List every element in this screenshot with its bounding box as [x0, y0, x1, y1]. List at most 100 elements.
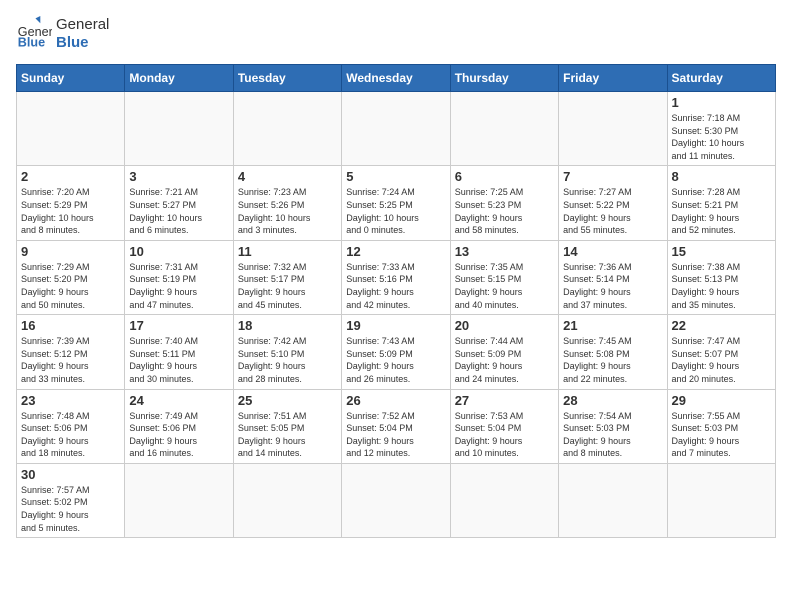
day-number: 24 — [129, 393, 228, 408]
day-number: 9 — [21, 244, 120, 259]
day-number: 20 — [455, 318, 554, 333]
day-info: Sunrise: 7:23 AM Sunset: 5:26 PM Dayligh… — [238, 186, 337, 236]
calendar-cell — [233, 92, 341, 166]
day-number: 8 — [672, 169, 771, 184]
calendar-cell: 26 Sunrise: 7:52 AM Sunset: 5:04 PM Dayli… — [342, 389, 450, 463]
logo-blue: Blue — [56, 34, 109, 52]
day-info: Sunrise: 7:44 AM Sunset: 5:09 PM Dayligh… — [455, 335, 554, 385]
day-number: 23 — [21, 393, 120, 408]
col-wednesday: Wednesday — [342, 65, 450, 92]
day-info: Sunrise: 7:31 AM Sunset: 5:19 PM Dayligh… — [129, 261, 228, 311]
day-number: 2 — [21, 169, 120, 184]
day-info: Sunrise: 7:57 AM Sunset: 5:02 PM Dayligh… — [21, 484, 120, 534]
day-info: Sunrise: 7:55 AM Sunset: 5:03 PM Dayligh… — [672, 410, 771, 460]
day-number: 30 — [21, 467, 120, 482]
day-number: 10 — [129, 244, 228, 259]
col-thursday: Thursday — [450, 65, 558, 92]
day-info: Sunrise: 7:54 AM Sunset: 5:03 PM Dayligh… — [563, 410, 662, 460]
calendar-week-row: 30 Sunrise: 7:57 AM Sunset: 5:02 PM Dayli… — [17, 463, 776, 537]
calendar: Sunday Monday Tuesday Wednesday Thursday… — [16, 64, 776, 538]
day-info: Sunrise: 7:20 AM Sunset: 5:29 PM Dayligh… — [21, 186, 120, 236]
col-tuesday: Tuesday — [233, 65, 341, 92]
day-number: 29 — [672, 393, 771, 408]
calendar-cell: 22Sunrise: 7:47 AM Sunset: 5:07 PM Dayli… — [667, 315, 775, 389]
calendar-cell: 28Sunrise: 7:54 AM Sunset: 5:03 PM Dayli… — [559, 389, 667, 463]
calendar-week-row: 16 Sunrise: 7:39 AM Sunset: 5:12 PM Dayli… — [17, 315, 776, 389]
day-number: 16 — [21, 318, 120, 333]
day-info: Sunrise: 7:29 AM Sunset: 5:20 PM Dayligh… — [21, 261, 120, 311]
calendar-cell: 17 Sunrise: 7:40 AM Sunset: 5:11 PM Dayli… — [125, 315, 233, 389]
calendar-cell: 19 Sunrise: 7:43 AM Sunset: 5:09 PM Dayli… — [342, 315, 450, 389]
day-info: Sunrise: 7:33 AM Sunset: 5:16 PM Dayligh… — [346, 261, 445, 311]
day-number: 13 — [455, 244, 554, 259]
calendar-week-row: 23 Sunrise: 7:48 AM Sunset: 5:06 PM Dayli… — [17, 389, 776, 463]
day-info: Sunrise: 7:39 AM Sunset: 5:12 PM Dayligh… — [21, 335, 120, 385]
calendar-cell: 14 Sunrise: 7:36 AM Sunset: 5:14 PM Dayli… — [559, 240, 667, 314]
logo: General Blue General Blue — [16, 16, 109, 52]
logo-general: General — [56, 16, 109, 34]
day-number: 1 — [672, 95, 771, 110]
day-number: 3 — [129, 169, 228, 184]
calendar-cell — [125, 92, 233, 166]
calendar-cell: 13 Sunrise: 7:35 AM Sunset: 5:15 PM Dayli… — [450, 240, 558, 314]
calendar-cell: 2 Sunrise: 7:20 AM Sunset: 5:29 PM Daylig… — [17, 166, 125, 240]
calendar-week-row: 2 Sunrise: 7:20 AM Sunset: 5:29 PM Daylig… — [17, 166, 776, 240]
calendar-cell — [450, 92, 558, 166]
day-info: Sunrise: 7:53 AM Sunset: 5:04 PM Dayligh… — [455, 410, 554, 460]
calendar-cell: 23 Sunrise: 7:48 AM Sunset: 5:06 PM Dayli… — [17, 389, 125, 463]
page-header: General Blue General Blue — [16, 16, 776, 52]
day-number: 4 — [238, 169, 337, 184]
calendar-cell: 25Sunrise: 7:51 AM Sunset: 5:05 PM Dayli… — [233, 389, 341, 463]
calendar-cell: 11Sunrise: 7:32 AM Sunset: 5:17 PM Dayli… — [233, 240, 341, 314]
day-number: 7 — [563, 169, 662, 184]
day-number: 6 — [455, 169, 554, 184]
day-info: Sunrise: 7:24 AM Sunset: 5:25 PM Dayligh… — [346, 186, 445, 236]
calendar-header-row: Sunday Monday Tuesday Wednesday Thursday… — [17, 65, 776, 92]
day-info: Sunrise: 7:21 AM Sunset: 5:27 PM Dayligh… — [129, 186, 228, 236]
logo-icon: General Blue — [16, 16, 52, 52]
day-info: Sunrise: 7:52 AM Sunset: 5:04 PM Dayligh… — [346, 410, 445, 460]
day-number: 14 — [563, 244, 662, 259]
calendar-cell: 20 Sunrise: 7:44 AM Sunset: 5:09 PM Dayli… — [450, 315, 558, 389]
day-number: 17 — [129, 318, 228, 333]
day-info: Sunrise: 7:18 AM Sunset: 5:30 PM Dayligh… — [672, 112, 771, 162]
day-number: 11 — [238, 244, 337, 259]
calendar-cell: 6 Sunrise: 7:25 AM Sunset: 5:23 PM Daylig… — [450, 166, 558, 240]
calendar-cell: 8Sunrise: 7:28 AM Sunset: 5:21 PM Daylig… — [667, 166, 775, 240]
day-info: Sunrise: 7:27 AM Sunset: 5:22 PM Dayligh… — [563, 186, 662, 236]
day-number: 21 — [563, 318, 662, 333]
day-number: 25 — [238, 393, 337, 408]
calendar-cell: 5Sunrise: 7:24 AM Sunset: 5:25 PM Daylig… — [342, 166, 450, 240]
col-saturday: Saturday — [667, 65, 775, 92]
calendar-cell: 18Sunrise: 7:42 AM Sunset: 5:10 PM Dayli… — [233, 315, 341, 389]
day-info: Sunrise: 7:49 AM Sunset: 5:06 PM Dayligh… — [129, 410, 228, 460]
day-number: 19 — [346, 318, 445, 333]
calendar-cell: 21 Sunrise: 7:45 AM Sunset: 5:08 PM Dayli… — [559, 315, 667, 389]
calendar-cell: 9 Sunrise: 7:29 AM Sunset: 5:20 PM Daylig… — [17, 240, 125, 314]
calendar-week-row: 9 Sunrise: 7:29 AM Sunset: 5:20 PM Daylig… — [17, 240, 776, 314]
calendar-cell — [559, 92, 667, 166]
calendar-cell: 15 Sunrise: 7:38 AM Sunset: 5:13 PM Dayli… — [667, 240, 775, 314]
day-info: Sunrise: 7:43 AM Sunset: 5:09 PM Dayligh… — [346, 335, 445, 385]
day-number: 26 — [346, 393, 445, 408]
col-friday: Friday — [559, 65, 667, 92]
day-info: Sunrise: 7:45 AM Sunset: 5:08 PM Dayligh… — [563, 335, 662, 385]
calendar-cell: 1 Sunrise: 7:18 AM Sunset: 5:30 PM Daylig… — [667, 92, 775, 166]
day-info: Sunrise: 7:40 AM Sunset: 5:11 PM Dayligh… — [129, 335, 228, 385]
calendar-cell — [17, 92, 125, 166]
calendar-cell — [667, 463, 775, 537]
day-info: Sunrise: 7:38 AM Sunset: 5:13 PM Dayligh… — [672, 261, 771, 311]
calendar-cell — [559, 463, 667, 537]
day-number: 15 — [672, 244, 771, 259]
calendar-cell: 10 Sunrise: 7:31 AM Sunset: 5:19 PM Dayli… — [125, 240, 233, 314]
calendar-cell — [342, 463, 450, 537]
day-info: Sunrise: 7:42 AM Sunset: 5:10 PM Dayligh… — [238, 335, 337, 385]
day-info: Sunrise: 7:36 AM Sunset: 5:14 PM Dayligh… — [563, 261, 662, 311]
calendar-cell — [450, 463, 558, 537]
calendar-cell: 7 Sunrise: 7:27 AM Sunset: 5:22 PM Daylig… — [559, 166, 667, 240]
day-info: Sunrise: 7:35 AM Sunset: 5:15 PM Dayligh… — [455, 261, 554, 311]
day-number: 22 — [672, 318, 771, 333]
calendar-cell — [233, 463, 341, 537]
day-info: Sunrise: 7:48 AM Sunset: 5:06 PM Dayligh… — [21, 410, 120, 460]
day-info: Sunrise: 7:25 AM Sunset: 5:23 PM Dayligh… — [455, 186, 554, 236]
